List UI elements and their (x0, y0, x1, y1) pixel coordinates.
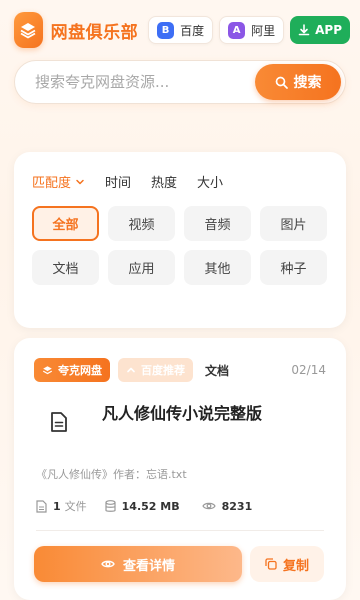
logo[interactable] (14, 12, 43, 48)
category-app[interactable]: 应用 (108, 250, 175, 285)
site-title: 网盘俱乐部 (50, 22, 139, 43)
filter-panel: 匹配度 时间 热度 大小 全部 视频 音频 图片 文档 应用 其他 种子 (14, 152, 346, 328)
chevron-down-icon (76, 179, 84, 184)
file-count-unit: 文件 (64, 500, 87, 513)
recommend-tag: 百度推荐 (118, 358, 193, 382)
sort-size[interactable]: 大小 (197, 172, 223, 191)
category-torrent[interactable]: 种子 (260, 250, 327, 285)
view-details-label: 查看详情 (122, 558, 175, 574)
category-grid: 全部 视频 音频 图片 文档 应用 其他 种子 (32, 206, 328, 285)
baidu-button[interactable]: B 百度 (148, 16, 214, 44)
result-card: 夸克网盘 百度推荐 文档 02/14 凡人修仙传小说完整版 《凡人修仙传》作者：… (14, 338, 346, 600)
views-stat: 8231 (201, 499, 257, 513)
sort-relevance-label: 匹配度 (32, 176, 72, 191)
aliyun-label: 阿里 (251, 23, 276, 38)
copy-label: 复制 (282, 558, 309, 574)
document-icon (51, 412, 67, 432)
view-count: 8231 (221, 499, 253, 513)
result-title[interactable]: 凡人修仙传小说完整版 (102, 400, 262, 424)
quark-tag: 夸克网盘 (34, 358, 110, 382)
category-document[interactable]: 文档 (32, 250, 99, 285)
copy-button[interactable]: 复制 (250, 546, 324, 582)
size-stat: 14.52 MB (105, 500, 184, 513)
view-details-button[interactable]: 查看详情 (34, 546, 242, 582)
download-icon (298, 24, 310, 36)
file-count: 1 (53, 499, 61, 513)
layers-icon (20, 23, 36, 39)
aliyun-badge-icon: A (228, 21, 246, 39)
copy-icon (265, 558, 277, 570)
baidu-label: 百度 (180, 23, 205, 38)
category-other[interactable]: 其他 (184, 250, 251, 285)
divider (36, 530, 324, 531)
baidu-badge-icon: B (157, 21, 175, 39)
search-button-label: 搜索 (293, 75, 322, 91)
category-video[interactable]: 视频 (108, 206, 175, 241)
recommend-tag-label: 百度推荐 (141, 364, 185, 377)
app-header: 网盘俱乐部 B 百度 A 阿里 APP (0, 0, 360, 60)
sort-time[interactable]: 时间 (105, 172, 131, 191)
chevron-up-icon (127, 367, 135, 373)
database-icon (105, 499, 116, 512)
file-count-stat: 1 文件 (36, 498, 87, 514)
search-button[interactable]: 搜索 (255, 64, 341, 100)
sort-relevance[interactable]: 匹配度 (32, 172, 85, 191)
app-download-button[interactable]: APP (290, 16, 350, 44)
file-type-label: 文档 (205, 363, 230, 378)
category-audio[interactable]: 音频 (184, 206, 251, 241)
search-bar: 搜索 (14, 60, 346, 104)
layers-icon (42, 365, 53, 374)
result-stats: 1 文件 14.52 MB 8231 (36, 498, 274, 514)
sort-options: 匹配度 时间 热度 大小 (32, 172, 243, 191)
app-label: APP (315, 23, 342, 37)
eye-icon (101, 560, 115, 568)
file-size: 14.52 MB (121, 499, 180, 513)
page-counter: 02/14 (291, 363, 326, 377)
search-icon (275, 76, 288, 89)
category-image[interactable]: 图片 (260, 206, 327, 241)
eye-icon (201, 502, 216, 510)
result-tags: 夸克网盘 百度推荐 文档 (34, 358, 241, 382)
quark-tag-label: 夸克网盘 (58, 364, 102, 377)
sort-popularity[interactable]: 热度 (151, 172, 177, 191)
file-icon (36, 499, 47, 513)
category-all[interactable]: 全部 (32, 206, 99, 241)
result-description: 《凡人修仙传》作者：忘语.txt (36, 468, 187, 481)
aliyun-button[interactable]: A 阿里 (219, 16, 285, 44)
